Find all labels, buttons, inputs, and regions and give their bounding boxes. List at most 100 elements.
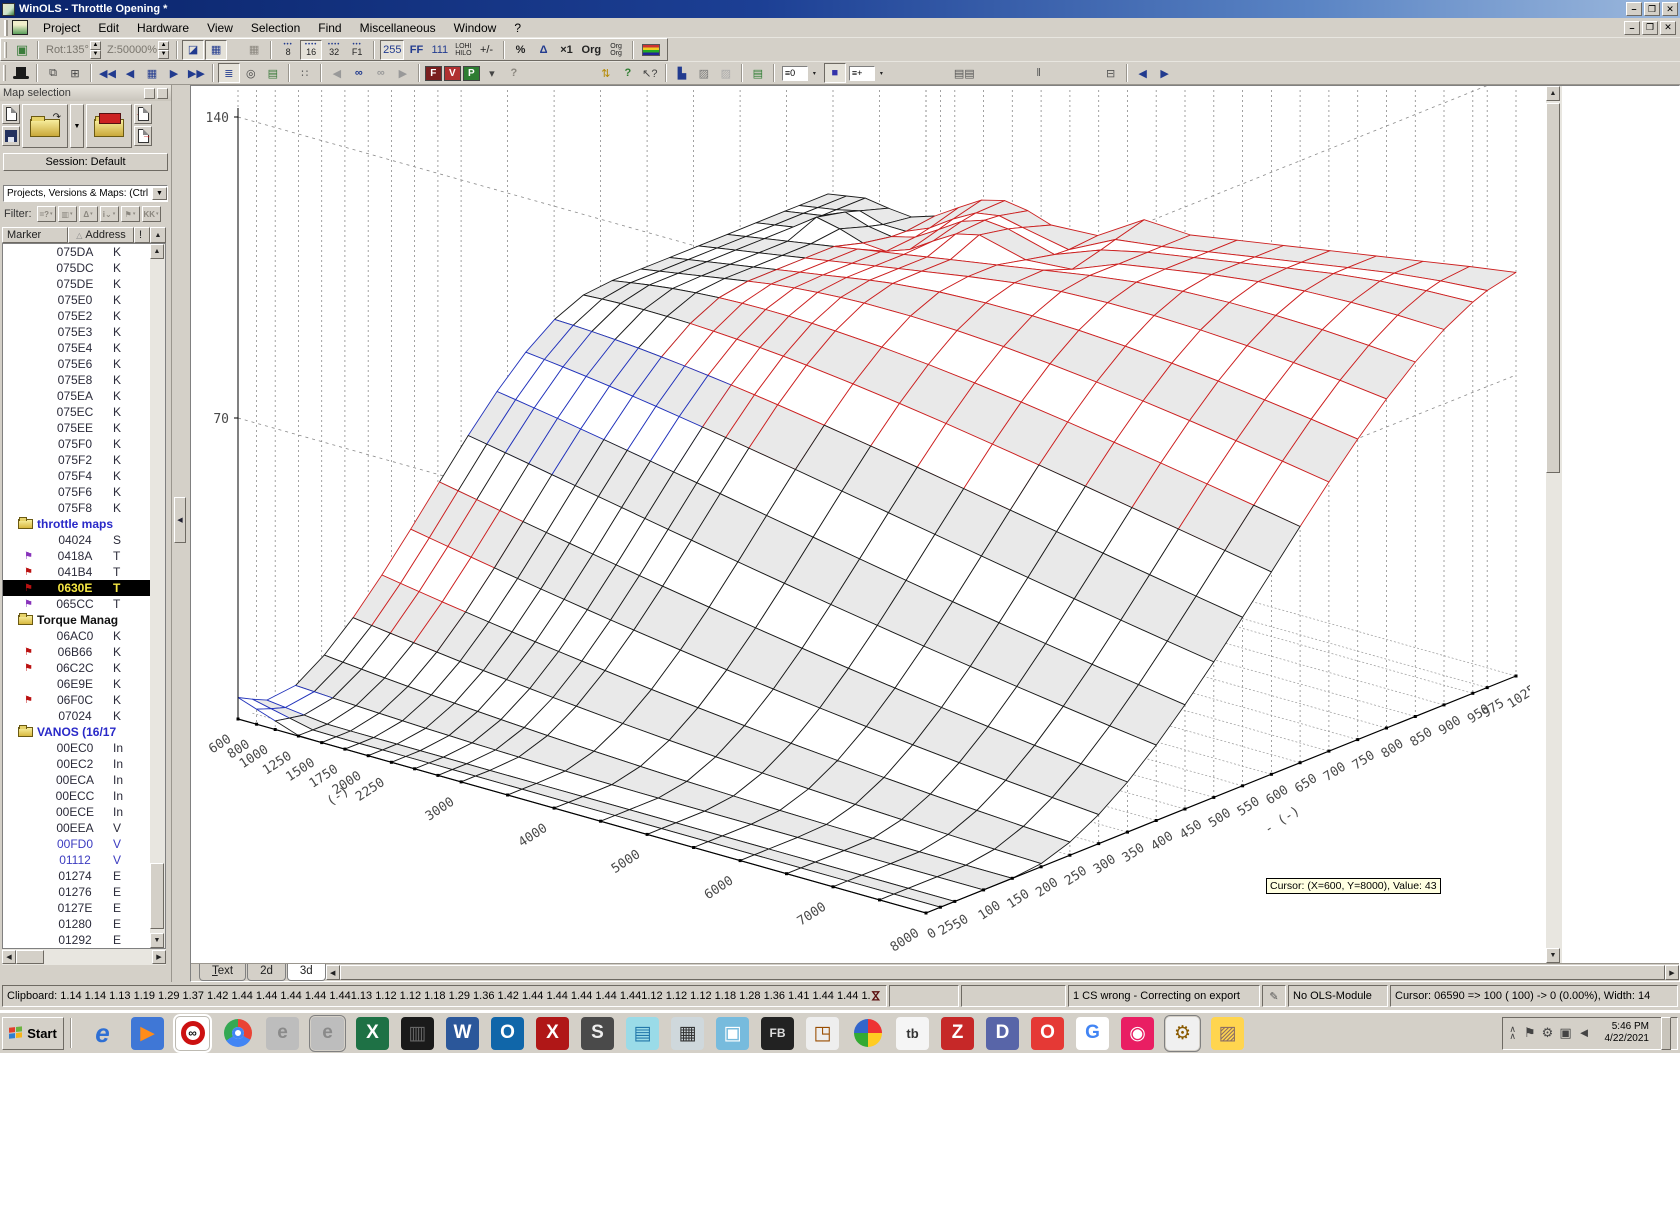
map-row[interactable]: 075E0 K: [3, 292, 150, 308]
open-project-dropdown[interactable]: ▼: [70, 104, 84, 148]
color-palette-icon[interactable]: [851, 1017, 884, 1050]
show-desktop-button[interactable]: [1661, 1016, 1671, 1050]
color-scale-icon[interactable]: [639, 39, 664, 60]
collapse-panel-button[interactable]: ◀: [174, 497, 186, 543]
file-manager-icon[interactable]: ▤: [626, 1016, 659, 1050]
surface-mesh[interactable]: 6008001000125015001750200022503000400050…: [191, 86, 1539, 963]
tray-volume-icon[interactable]: ◄: [1578, 1025, 1591, 1040]
column-spinner[interactable]: ≡+ ▾: [848, 65, 888, 81]
connect-button[interactable]: ∷: [293, 63, 316, 83]
sort-button[interactable]: ▲: [150, 227, 166, 243]
map-row[interactable]: 00EC2 In: [3, 756, 150, 772]
chrome-icon[interactable]: [221, 1017, 254, 1050]
context-help-button[interactable]: ?: [616, 63, 639, 83]
panel-float-button[interactable]: [144, 87, 155, 99]
delta-button[interactable]: Δ: [532, 39, 555, 60]
offset-spinner[interactable]: ≡0 ▾: [781, 65, 821, 81]
tile-vertical-button[interactable]: ‖: [1027, 63, 1050, 83]
menu-grip[interactable]: [4, 19, 8, 36]
filter-button-2[interactable]: Δ ▾: [78, 206, 98, 222]
map-row[interactable]: 01276 E: [3, 884, 150, 900]
search-maps-gray-button[interactable]: ∞: [369, 63, 392, 83]
map-row[interactable]: 06E9E K: [3, 676, 150, 692]
tray-flag-icon[interactable]: ⚑: [1524, 1025, 1536, 1040]
map-wizard-2-button[interactable]: ▨: [714, 63, 737, 83]
help-button[interactable]: ?: [502, 63, 525, 83]
map-row[interactable]: 075E6 K: [3, 356, 150, 372]
menu-selection[interactable]: Selection: [242, 19, 309, 37]
winols-app-icon[interactable]: ∞: [173, 1013, 212, 1053]
tab-text[interactable]: Text: [199, 964, 247, 981]
map-row[interactable]: ⚑ 06F0C K: [3, 692, 150, 708]
nav-first-button[interactable]: ◀◀: [96, 63, 119, 83]
arrange-spin-button[interactable]: ⊟: [1099, 63, 1122, 83]
column-header-marker[interactable]: Marker: [2, 227, 68, 243]
title-bar[interactable]: WinOLS - Throttle Opening * – ❐ ✕: [0, 0, 1680, 18]
red-utility-icon[interactable]: Z: [941, 1016, 974, 1050]
pink-app-icon[interactable]: ◉: [1121, 1016, 1154, 1050]
map-row[interactable]: ⚑ 0630E T: [3, 580, 150, 596]
chart-wizard-button[interactable]: ▙: [670, 63, 693, 83]
s-app-icon[interactable]: S: [581, 1016, 614, 1050]
map-row[interactable]: 00EEA V: [3, 820, 150, 836]
calculator-icon[interactable]: ▦: [671, 1016, 704, 1050]
map-row[interactable]: 01280 E: [3, 916, 150, 932]
zoom-down-button[interactable]: ▼: [158, 49, 170, 59]
combo-dropdown-icon[interactable]: ▼: [152, 187, 167, 200]
hex-editor-icon[interactable]: X: [536, 1016, 569, 1050]
map-scroll-thumb[interactable]: [1546, 103, 1560, 473]
tb-app-icon[interactable]: tb: [896, 1016, 929, 1050]
toolbar-grip-2[interactable]: [3, 65, 6, 81]
tray-network-icon[interactable]: ▣: [1559, 1025, 1571, 1040]
map-list-hscrollbar[interactable]: ◀ ▶: [2, 949, 166, 965]
map-row[interactable]: 075DA K: [3, 244, 150, 260]
view-precision-button[interactable]: P: [462, 65, 480, 81]
excel-icon[interactable]: X: [356, 1016, 389, 1050]
hscroll-thumb[interactable]: [16, 950, 44, 964]
scroll-right-icon[interactable]: ▶: [152, 950, 166, 964]
import-file-button[interactable]: [86, 104, 132, 148]
map-row[interactable]: 075F6 K: [3, 484, 150, 500]
map-list-vscrollbar[interactable]: ▲ ▼: [150, 243, 166, 949]
search-next-button[interactable]: ▶: [391, 63, 414, 83]
menu-view[interactable]: View: [198, 19, 242, 37]
panel-close-button[interactable]: [157, 87, 168, 99]
whats-this-button[interactable]: ↖?: [638, 63, 661, 83]
map-row[interactable]: 01112 V: [3, 852, 150, 868]
eprom-chip-icon[interactable]: ▥: [401, 1016, 434, 1050]
search-prev-button[interactable]: ◀: [325, 63, 348, 83]
map-scroll-down-icon[interactable]: ▼: [1546, 948, 1560, 963]
org-org-compare-button[interactable]: Org Org: [605, 39, 628, 60]
mdi-restore-button[interactable]: ❐: [1642, 20, 1658, 35]
map-row[interactable]: 075EE K: [3, 420, 150, 436]
fvp-dropdown[interactable]: ▾: [480, 63, 503, 83]
map-row[interactable]: 075F8 K: [3, 500, 150, 516]
map-row[interactable]: 00ECA In: [3, 772, 150, 788]
map-row[interactable]: 01292 E: [3, 932, 150, 948]
percent-button[interactable]: %: [509, 39, 532, 60]
byte-order-button[interactable]: LOHI HILO: [452, 39, 475, 60]
discord-icon[interactable]: D: [986, 1016, 1019, 1050]
rotation-down-button[interactable]: ▼: [89, 49, 101, 59]
map-row[interactable]: 00ECE In: [3, 804, 150, 820]
session-button[interactable]: Session: Default: [3, 153, 168, 171]
rotation-up-button[interactable]: ▲: [89, 40, 101, 50]
wrench-tool-icon[interactable]: ⚙: [1164, 1014, 1201, 1052]
new-window-button[interactable]: ⧉: [42, 63, 64, 83]
toolbar-grip[interactable]: [4, 41, 7, 58]
tab-scroll-left-icon[interactable]: ◀: [325, 965, 340, 980]
menu-edit[interactable]: Edit: [89, 19, 128, 37]
view-values-button[interactable]: V: [443, 65, 461, 81]
word-icon[interactable]: W: [446, 1016, 479, 1050]
hex-view-button[interactable]: FF: [405, 39, 428, 60]
map-folder-row[interactable]: throttle maps: [3, 516, 150, 532]
opera-icon[interactable]: O: [1031, 1016, 1064, 1050]
maximize-button[interactable]: ❐: [1644, 2, 1660, 16]
export-map-button[interactable]: ▤: [746, 63, 769, 83]
map-row[interactable]: 075F2 K: [3, 452, 150, 468]
map-row[interactable]: 0127E E: [3, 900, 150, 916]
google-icon[interactable]: G: [1076, 1016, 1109, 1050]
menu-window[interactable]: Window: [445, 19, 506, 37]
menu-project[interactable]: Project: [34, 19, 89, 37]
mdi-document-icon[interactable]: [12, 20, 28, 35]
